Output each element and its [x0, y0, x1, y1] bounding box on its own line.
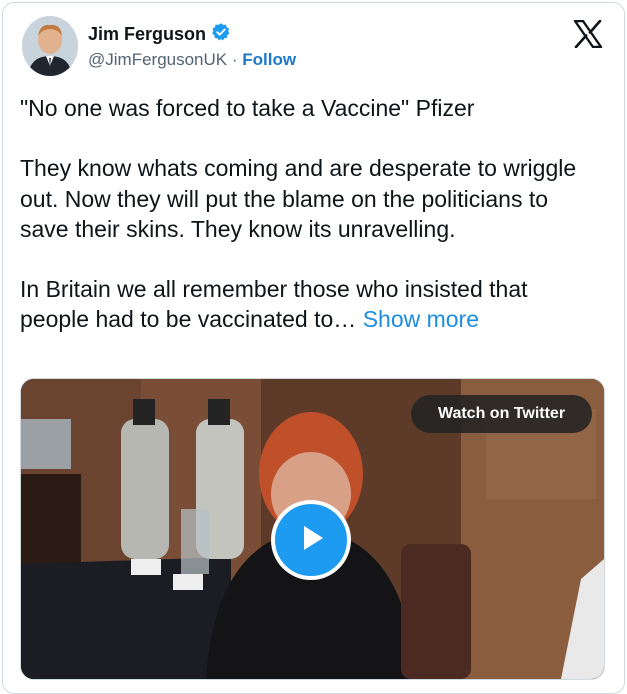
play-button[interactable] [271, 500, 351, 580]
tweet-line-quote: "No one was forced to take a Vaccine" Pf… [20, 95, 475, 121]
tweet-paragraph: In Britain we all remember those who ins… [20, 274, 585, 335]
follow-button[interactable]: Follow [242, 50, 296, 69]
verified-badge-icon [211, 22, 231, 47]
author-avatar[interactable] [22, 16, 78, 76]
show-more-link[interactable]: Show more [363, 306, 479, 332]
author-handle[interactable]: @JimFergusonUK [88, 50, 227, 69]
tweet-text: "No one was forced to take a Vaccine" Pf… [20, 93, 610, 335]
handle-separator: · [227, 50, 243, 69]
x-logo-icon[interactable] [573, 19, 603, 49]
play-icon [294, 521, 328, 560]
watch-on-twitter-button[interactable]: Watch on Twitter [411, 395, 592, 433]
author-name[interactable]: Jim Ferguson [88, 24, 206, 45]
tweet-paragraph: They know whats coming and are desperate… [20, 155, 577, 242]
